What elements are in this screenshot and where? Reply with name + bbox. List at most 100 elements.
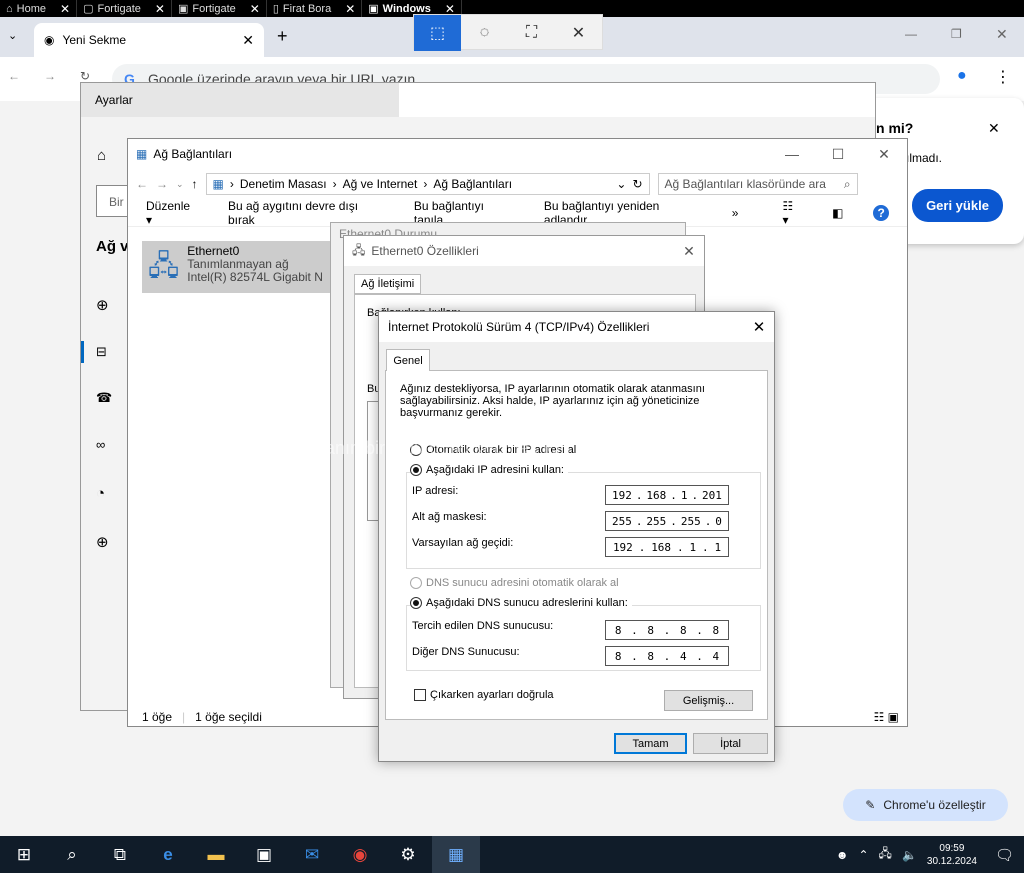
address-bar-row: ← → ⌄ ↑ ▦ › Denetim Masası › Ağ ve Inter… — [128, 169, 907, 199]
edge-icon[interactable]: e — [144, 836, 192, 873]
adapter-ethernet0[interactable]: 🖧 Ethernet0 Tanımlanmayan ağ Intel(R) 82… — [142, 241, 332, 293]
breadcrumb-network-internet[interactable]: Ağ ve Internet — [343, 177, 418, 191]
recent-icon[interactable]: ⌄ — [176, 179, 184, 190]
close-icon[interactable]: ✕ — [155, 2, 165, 16]
file-icon: ▯ — [272, 3, 279, 15]
chevron-down-icon[interactable]: ⌄ — [616, 177, 626, 191]
advanced-button[interactable]: Gelişmiş... — [664, 690, 753, 711]
alternate-dns-field[interactable]: 8.8.4.4 — [605, 646, 729, 666]
menu-icon[interactable]: ⋮ — [995, 67, 1011, 87]
taskbar: ⊞ ⌕ ⧉ e ▬ ▣ ✉ ◉ ⚙ ▦ ☻ ⌃ 🖧 🔈 09:59 30.12.… — [0, 836, 1024, 873]
view-options-icon[interactable]: ☷ ▾ — [782, 199, 802, 227]
help-icon[interactable]: ? — [873, 204, 889, 221]
customize-chrome-button[interactable]: ✎ Chrome'u özelleştir — [843, 789, 1008, 821]
close-icon[interactable]: ✕ — [250, 2, 260, 16]
close-icon[interactable]: ✕ — [60, 2, 70, 16]
data-usage-icon[interactable]: ◔ — [96, 485, 105, 502]
rectangle-snip-icon[interactable]: ⬚ — [414, 15, 461, 51]
auto-dns-radio[interactable]: DNS sunucu adresini otomatik olarak al — [410, 577, 619, 589]
freeform-snip-icon[interactable]: ◌ — [461, 15, 508, 51]
close-icon[interactable]: ✕ — [861, 146, 907, 163]
notification-icon[interactable]: 🗨 — [995, 846, 1014, 864]
refresh-icon[interactable]: ↻ — [632, 177, 642, 191]
manual-dns-radio[interactable]: Aşağıdaki DNS sunucu adreslerini kullan: — [410, 597, 632, 609]
validate-on-exit-checkbox[interactable]: Çıkarken ayarları doğrula — [414, 689, 554, 701]
search-icon[interactable]: ⌕ — [48, 836, 96, 873]
chrome-tab-new[interactable]: ◉ Yeni Sekme ✕ — [34, 23, 264, 57]
breadcrumb-network-connections[interactable]: Ağ Bağlantıları — [433, 177, 512, 191]
settings-title: Ayarlar — [95, 93, 133, 107]
close-icon[interactable]: ✕ — [555, 15, 602, 51]
remote-tab-home[interactable]: ⌂ Home ✕ — [0, 0, 78, 17]
profile-icon[interactable]: ● — [957, 67, 967, 85]
forward-icon[interactable]: → — [156, 177, 168, 191]
default-gateway-field[interactable]: 192. 168. 1. 1 — [605, 537, 729, 557]
alternate-dns-label: Diğer DNS Sunucusu: — [412, 646, 520, 658]
network-tray-icon[interactable]: 🖧 — [879, 844, 892, 865]
mail-icon[interactable]: ✉ — [288, 836, 336, 873]
ip-address-field[interactable]: 192. 168. 1. 201 — [605, 485, 729, 505]
minimize-icon[interactable]: — — [905, 27, 917, 41]
close-tab-icon[interactable]: ✕ — [242, 32, 254, 49]
back-icon[interactable]: ← — [8, 69, 20, 83]
address-bar[interactable]: ▦ › Denetim Masası › Ağ ve Internet › Ağ… — [205, 173, 650, 195]
settings-icon[interactable]: ⚙ — [384, 836, 432, 873]
restore-button[interactable]: Geri yükle — [912, 189, 1003, 222]
volume-icon[interactable]: 🔈 — [902, 848, 917, 862]
maximize-icon[interactable]: ☐ — [815, 146, 861, 163]
tab-general[interactable]: Genel — [386, 349, 430, 371]
tcpip-title: İnternet Protokolü Sürüm 4 (TCP/IPv4) Öz… — [388, 320, 650, 334]
breadcrumb-control-panel[interactable]: Denetim Masası — [240, 177, 327, 191]
globe-icon[interactable]: ⊕ — [96, 296, 109, 314]
minimize-icon[interactable]: — — [769, 146, 815, 163]
restore-icon[interactable]: ❐ — [951, 27, 962, 41]
chevron-up-icon[interactable]: ⌃ — [858, 848, 868, 862]
store-icon[interactable]: ▣ — [240, 836, 288, 873]
dialup-icon[interactable]: ☎ — [96, 390, 112, 406]
ethernet-icon[interactable]: ⊟ — [96, 344, 107, 360]
organize-button[interactable]: Düzenle ▾ — [146, 199, 198, 227]
file-explorer-icon[interactable]: ▬ — [192, 836, 240, 873]
restore-body: ılmadı. — [906, 151, 943, 165]
close-icon[interactable]: ✕ — [345, 2, 355, 16]
clock[interactable]: 09:59 30.12.2024 — [927, 842, 977, 868]
remote-tab-fortigate-1[interactable]: ▢ Fortigate ✕ — [77, 0, 172, 17]
cancel-button[interactable]: İptal — [693, 733, 768, 754]
default-gateway-label: Varsayılan ağ geçidi: — [412, 537, 514, 549]
proxy-icon[interactable]: ⊕ — [96, 533, 109, 551]
pencil-icon: ✎ — [865, 798, 876, 812]
new-tab-icon[interactable]: + — [277, 26, 288, 47]
ok-button[interactable]: Tamam — [614, 733, 687, 754]
preview-pane-icon[interactable]: ◧ — [832, 206, 843, 220]
view-toggle-icon[interactable]: ☷ ▣ — [874, 710, 907, 724]
console-icon: ▣ — [368, 3, 379, 15]
people-icon[interactable]: ☻ — [836, 848, 849, 862]
up-icon[interactable]: ↑ — [192, 177, 198, 191]
close-icon[interactable]: ✕ — [744, 318, 774, 336]
chrome-taskbar-icon[interactable]: ◉ — [336, 836, 384, 873]
general-tab-panel: Ağınız destekliyorsa, IP ayarlarının oto… — [385, 370, 768, 720]
remote-tab-fortigate-2[interactable]: ▣ Fortigate ✕ — [172, 0, 267, 17]
home-icon[interactable]: ⌂ — [97, 147, 106, 164]
forward-icon[interactable]: → — [44, 69, 56, 83]
more-commands-button[interactable]: » — [732, 206, 739, 220]
close-icon[interactable]: ✕ — [996, 26, 1008, 43]
folder-search-input[interactable]: Ağ Bağlantıları klasöründe ara ⌕ — [657, 173, 858, 195]
tab-search-icon[interactable]: ⌄ — [8, 29, 17, 42]
close-icon[interactable]: ✕ — [674, 243, 704, 260]
control-panel-taskbar-icon[interactable]: ▦ — [432, 836, 480, 873]
task-view-icon[interactable]: ⧉ — [96, 836, 144, 873]
adapter-device: Intel(R) 82574L Gigabit N — [187, 270, 323, 284]
subnet-mask-field[interactable]: 255. 255. 255. 0 — [605, 511, 729, 531]
tcpip-properties-dialog: İnternet Protokolü Sürüm 4 (TCP/IPv4) Öz… — [378, 311, 775, 762]
remote-tab-firat-bora[interactable]: ▯ Firat Bora ✕ — [267, 0, 363, 17]
close-icon[interactable]: ✕ — [988, 120, 1000, 137]
reload-icon[interactable]: ↻ — [80, 69, 90, 83]
preferred-dns-field[interactable]: 8.8.8.8 — [605, 620, 729, 640]
tab-networking[interactable]: Ağ İletişimi — [354, 274, 422, 294]
vpn-icon[interactable]: ∞ — [96, 437, 105, 452]
start-icon[interactable]: ⊞ — [0, 836, 48, 873]
back-icon[interactable]: ← — [136, 177, 148, 191]
manual-ip-radio[interactable]: Aşağıdaki IP adresini kullan: — [410, 464, 568, 476]
fullscreen-snip-icon[interactable]: ⛶ — [508, 15, 555, 51]
